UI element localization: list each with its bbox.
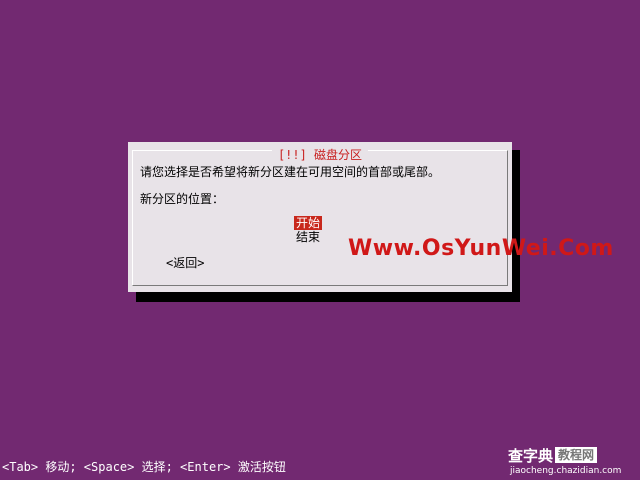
partition-dialog: [!!] 磁盘分区 请您选择是否希望将新分区建在可用空间的首部或尾部。 新分区的… [128,142,512,292]
option-end[interactable]: 结束 [294,230,322,244]
site-logo-main: 查字典 教程网 [508,446,598,466]
back-button[interactable]: <返回> [166,255,204,271]
site-logo-url: jiaocheng.chazidian.com [510,466,622,476]
installer-screen: [!!] 磁盘分区 请您选择是否希望将新分区建在可用空间的首部或尾部。 新分区的… [0,0,640,480]
site-logo: 查字典 教程网 jiaocheng.chazidian.com [506,446,638,480]
watermark: Www.OsYunWei.Com [348,236,614,261]
dialog-title: [!!] 磁盘分区 [271,148,369,162]
site-logo-name: 查字典 [508,447,554,465]
option-start[interactable]: 开始 [294,216,323,230]
keyboard-help-bar: <Tab> 移动; <Space> 选择; <Enter> 激活按钮 [2,460,286,474]
partition-question: 请您选择是否希望将新分区建在可用空间的首部或尾部。 [140,165,441,179]
position-label: 新分区的位置： [140,192,225,206]
site-logo-box: 教程网 [555,447,598,463]
